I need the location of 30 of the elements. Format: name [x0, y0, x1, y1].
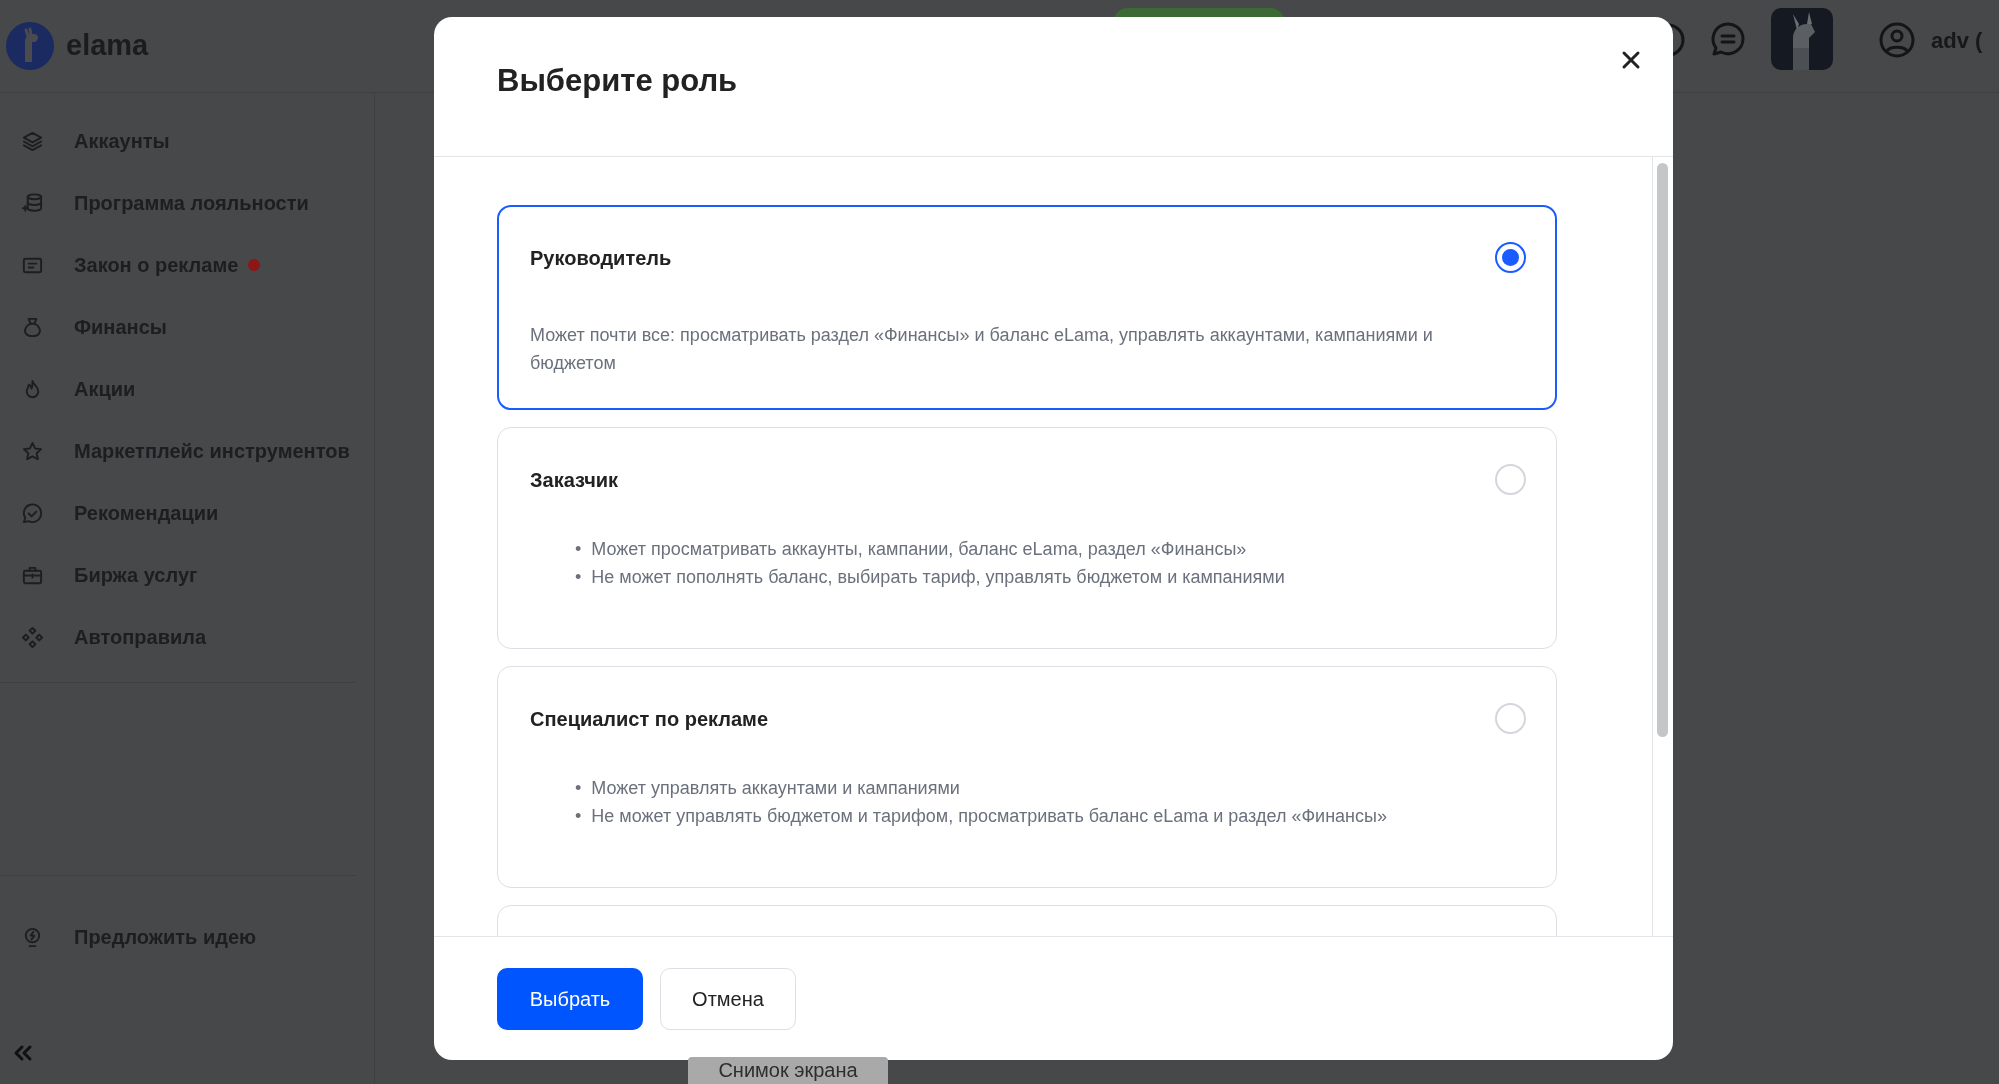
- bullet-marker: •: [575, 777, 582, 800]
- role-card[interactable]: Заказчик • Может просматривать аккаунты, кампании, баланс eLama, раздел «Финансы» • Не может пополнять баланс, выбирать тариф, управлять бюджетом и кампаниями: [497, 427, 1557, 649]
- role-title: Руководитель: [530, 245, 672, 271]
- chat-check-icon: [21, 501, 44, 525]
- star-icon: [21, 439, 44, 463]
- role-permission: Может просматривать аккаунты, кампании, баланс eLama, раздел «Финансы»: [591, 538, 1247, 561]
- select-button[interactable]: Выбрать: [497, 968, 643, 1030]
- bullet-marker: •: [575, 566, 582, 589]
- role-card[interactable]: Специалист по рекламе • Может управлять аккаунтами и кампаниями • Не может управлять бюджетом и тарифом, просматривать баланс eLama и раздел «Финансы»: [497, 666, 1557, 888]
- bullet-marker: •: [575, 538, 582, 561]
- coins-icon: [21, 191, 44, 215]
- role-permission: Может управлять аккаунтами и кампаниями: [591, 777, 960, 800]
- role-title: Специалист по рекламе: [530, 706, 769, 732]
- money-bag-icon: [21, 315, 44, 339]
- collapse-icon[interactable]: [12, 1043, 34, 1062]
- cancel-button[interactable]: Отмена: [660, 968, 796, 1030]
- role-permission: Не может управлять бюджетом и тарифом, просматривать баланс eLama и раздел «Финансы»: [591, 805, 1387, 828]
- radio-button[interactable]: [1495, 242, 1526, 273]
- logo-icon: [6, 22, 54, 70]
- role-description: Может почти все: просматривать раздел «Финансы» и баланс eLama, управлять аккаунтами, кампаниями и бюджетом: [530, 324, 1434, 375]
- tooltip: Снимок экрана: [688, 1057, 888, 1084]
- bullet-marker: •: [575, 805, 582, 828]
- role-permission: Не может пополнять баланс, выбирать тариф, управлять бюджетом и кампаниями: [591, 566, 1285, 589]
- modal-title: Выберите роль: [497, 61, 738, 100]
- user-icon[interactable]: [1877, 20, 1917, 60]
- close-icon: [1621, 50, 1641, 71]
- role-card[interactable]: Руководитель Может почти все: просматривать раздел «Финансы» и баланс eLama, управлять аккаунтами, кампаниями и бюджетом: [497, 205, 1557, 410]
- layers-icon: [21, 129, 44, 153]
- role-title: Заказчик: [530, 467, 619, 493]
- diamond-grid-icon: [21, 625, 44, 649]
